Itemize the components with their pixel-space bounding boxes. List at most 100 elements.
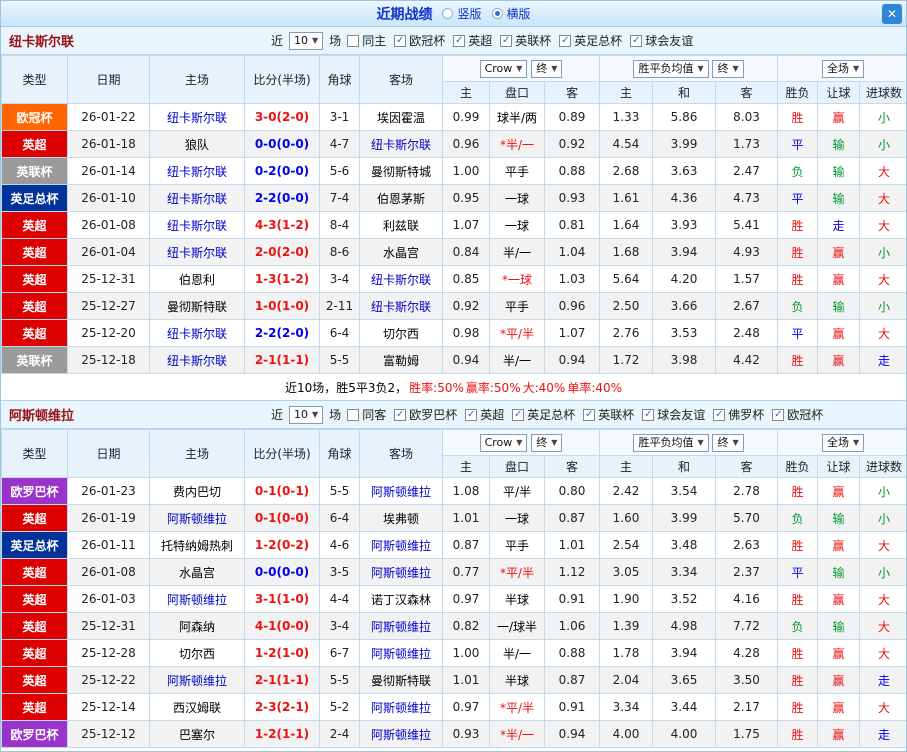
- away-team: 富勒姆: [359, 346, 443, 374]
- summary-row: 近10场，胜5平3负2， 胜率:50% 赢率:50% 大:40% 单率:40%: [1, 374, 906, 401]
- handicap-home-odds: 1.00: [442, 639, 490, 667]
- close-button[interactable]: ✕: [882, 4, 902, 24]
- match-date: 25-12-18: [67, 346, 150, 374]
- odds-home: 3.34: [599, 693, 654, 721]
- home-team: 狼队: [149, 130, 245, 158]
- scope-select[interactable]: 全场 ▼: [821, 59, 865, 78]
- league-checkbox[interactable]: ✓ 英超: [465, 406, 504, 423]
- handicap-result-label: 走: [817, 211, 861, 239]
- away-team: 埃因霍温: [359, 103, 443, 131]
- odds-away: 2.37: [715, 558, 779, 586]
- home-team: 巴塞尔: [149, 720, 245, 748]
- result-label: 胜: [777, 720, 819, 748]
- col-header-odds-draw: 和: [652, 455, 717, 478]
- europe-odds-time-select[interactable]: 终 ▼: [712, 433, 744, 452]
- score: 2-1(1-1): [244, 666, 320, 694]
- summary-segment: 单率:40%: [567, 380, 623, 395]
- league-checkbox[interactable]: ✓ 英超: [453, 32, 492, 49]
- home-team: 纽卡斯尔联: [149, 319, 245, 347]
- league-checkbox[interactable]: ✓ 英足总杯: [559, 32, 622, 49]
- league-badge: 英超: [1, 319, 68, 347]
- match-date: 26-01-18: [67, 130, 150, 158]
- europe-odds-select[interactable]: 胜平负均值 ▼: [633, 59, 709, 78]
- league-badge: 英超: [1, 558, 68, 586]
- match-row: 英超 26-01-03 阿斯顿维拉 3-1(1-0) 4-4 诺丁汉森林 0.97 半球 0.9…: [1, 585, 906, 613]
- corner-score: 2-11: [319, 292, 360, 320]
- league-checkbox[interactable]: 同主: [347, 32, 386, 49]
- home-team: 费内巴切: [149, 477, 245, 505]
- odds-time-select[interactable]: 终 ▼: [531, 433, 563, 452]
- score: 2-1(1-1): [244, 346, 320, 374]
- league-checkbox[interactable]: ✓ 英足总杯: [512, 406, 575, 423]
- league-badge: 英超: [1, 585, 68, 613]
- odds-home: 3.05: [599, 558, 654, 586]
- home-team: 水晶宫: [149, 558, 245, 586]
- handicap-away-odds: 0.91: [543, 585, 601, 613]
- match-row: 英超 25-12-20 纽卡斯尔联 2-2(2-0) 6-4 切尔西 0.98 *平/半 1.0…: [1, 319, 906, 347]
- odds-source-select[interactable]: Crow ▼: [479, 59, 528, 78]
- match-date: 26-01-23: [67, 477, 150, 505]
- away-team: 纽卡斯尔联: [359, 292, 443, 320]
- odds-away: 2.78: [715, 477, 779, 505]
- team-name: 阿斯顿维拉: [9, 409, 75, 424]
- odds-home: 1.68: [599, 238, 654, 266]
- odds-source-select[interactable]: Crow ▼: [479, 433, 528, 452]
- match-count-select[interactable]: 10 ▼: [289, 405, 324, 424]
- europe-odds-time-select[interactable]: 终 ▼: [712, 59, 744, 78]
- league-badge: 英足总杯: [1, 531, 68, 559]
- league-checkbox[interactable]: ✓ 英联杯: [500, 32, 551, 49]
- odds-away: 5.70: [715, 504, 779, 532]
- home-team: 托特纳姆热刺: [149, 531, 245, 559]
- checkbox-label: 欧冠杯: [409, 34, 446, 48]
- col-header-odds-away: 客: [715, 455, 779, 478]
- europe-odds-time-value: 终: [717, 435, 729, 449]
- handicap-result-label: 赢: [817, 103, 861, 131]
- scope-select[interactable]: 全场 ▼: [821, 433, 865, 452]
- col-header-home: 主场: [149, 55, 245, 104]
- match-date: 25-12-28: [67, 639, 150, 667]
- checkbox-checked-icon: ✓: [512, 408, 525, 421]
- result-label: 负: [777, 292, 819, 320]
- checkbox-checked-icon: ✓: [630, 34, 643, 47]
- league-badge: 英超: [1, 504, 68, 532]
- league-checkbox[interactable]: 同客: [347, 406, 386, 423]
- handicap-away-odds: 0.91: [543, 693, 601, 721]
- league-checkbox[interactable]: ✓ 佛罗杯: [713, 406, 764, 423]
- view-option-horizontal[interactable]: 横版: [491, 5, 531, 22]
- odds-draw: 4.98: [652, 612, 717, 640]
- handicap-away-odds: 0.96: [543, 292, 601, 320]
- odds-away: 1.57: [715, 265, 779, 293]
- handicap-home-odds: 0.94: [442, 346, 490, 374]
- odds-time-value: 终: [536, 435, 548, 449]
- league-checkbox[interactable]: ✓ 欧罗巴杯: [394, 406, 457, 423]
- away-team: 纽卡斯尔联: [359, 265, 443, 293]
- checkbox-checked-icon: ✓: [559, 34, 572, 47]
- corner-score: 8-6: [319, 238, 360, 266]
- handicap-result-label: 输: [817, 292, 861, 320]
- handicap-away-odds: 0.88: [543, 157, 601, 185]
- handicap-away-odds: 0.94: [543, 720, 601, 748]
- col-header-ah-line: 盘口: [489, 455, 545, 478]
- handicap-result-label: 输: [817, 184, 861, 212]
- match-count-select[interactable]: 10 ▼: [289, 31, 324, 50]
- league-checkbox[interactable]: ✓ 球会友谊: [642, 406, 705, 423]
- europe-odds-select[interactable]: 胜平负均值 ▼: [633, 433, 709, 452]
- near-label: 近: [271, 34, 284, 48]
- league-checkbox[interactable]: ✓ 球会友谊: [630, 32, 693, 49]
- odds-time-select[interactable]: 终 ▼: [531, 59, 563, 78]
- handicap-home-odds: 0.97: [442, 693, 490, 721]
- match-date: 25-12-14: [67, 693, 150, 721]
- handicap-home-odds: 0.95: [442, 184, 490, 212]
- league-checkbox[interactable]: ✓ 英联杯: [583, 406, 634, 423]
- match-date: 26-01-08: [67, 211, 150, 239]
- away-team: 阿斯顿维拉: [359, 477, 443, 505]
- handicap-line: *平/半: [489, 693, 545, 721]
- view-option-vertical[interactable]: 竖版: [442, 5, 482, 22]
- odds-away: 4.42: [715, 346, 779, 374]
- league-checkbox[interactable]: ✓ 欧冠杯: [772, 406, 823, 423]
- checkbox-checked-icon: ✓: [394, 408, 407, 421]
- result-label: 胜: [777, 531, 819, 559]
- league-checkbox[interactable]: ✓ 欧冠杯: [394, 32, 445, 49]
- league-badge: 英超: [1, 612, 68, 640]
- corner-score: 5-5: [319, 477, 360, 505]
